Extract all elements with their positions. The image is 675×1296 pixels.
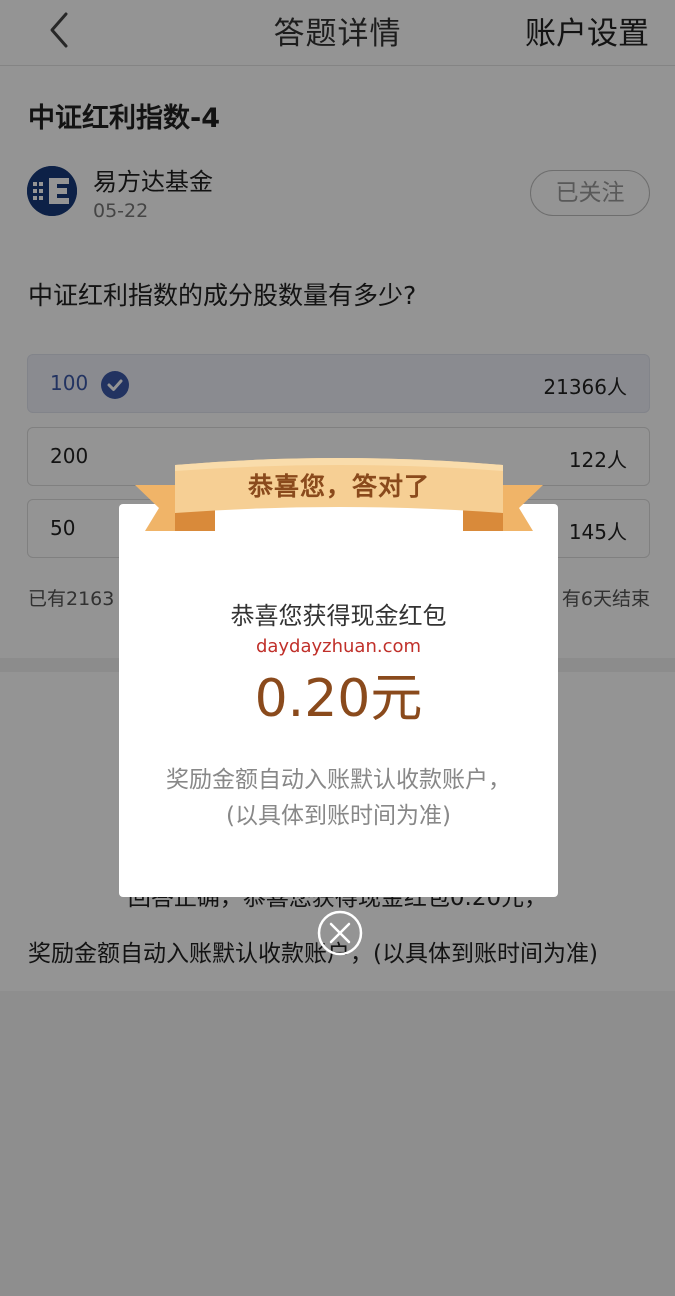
reward-amount: 0.20元 [254, 669, 423, 729]
reward-note-line1: 奖励金额自动入账默认收款账户， [166, 767, 511, 793]
reward-note-line2: (以具体到账时间为准) [226, 803, 451, 829]
ribbon-text: 恭喜您，答对了 [247, 472, 430, 501]
modal-heading: 恭喜您获得现金红包 [230, 602, 447, 630]
close-button[interactable] [316, 909, 364, 957]
close-circle-icon [317, 910, 363, 956]
reward-modal: 恭喜您获得现金红包 daydayzhuan.com 0.20元 奖励金额自动入账… [119, 504, 558, 897]
success-ribbon: 恭喜您，答对了 [135, 455, 543, 533]
watermark-text: daydayzhuan.com [255, 636, 422, 657]
